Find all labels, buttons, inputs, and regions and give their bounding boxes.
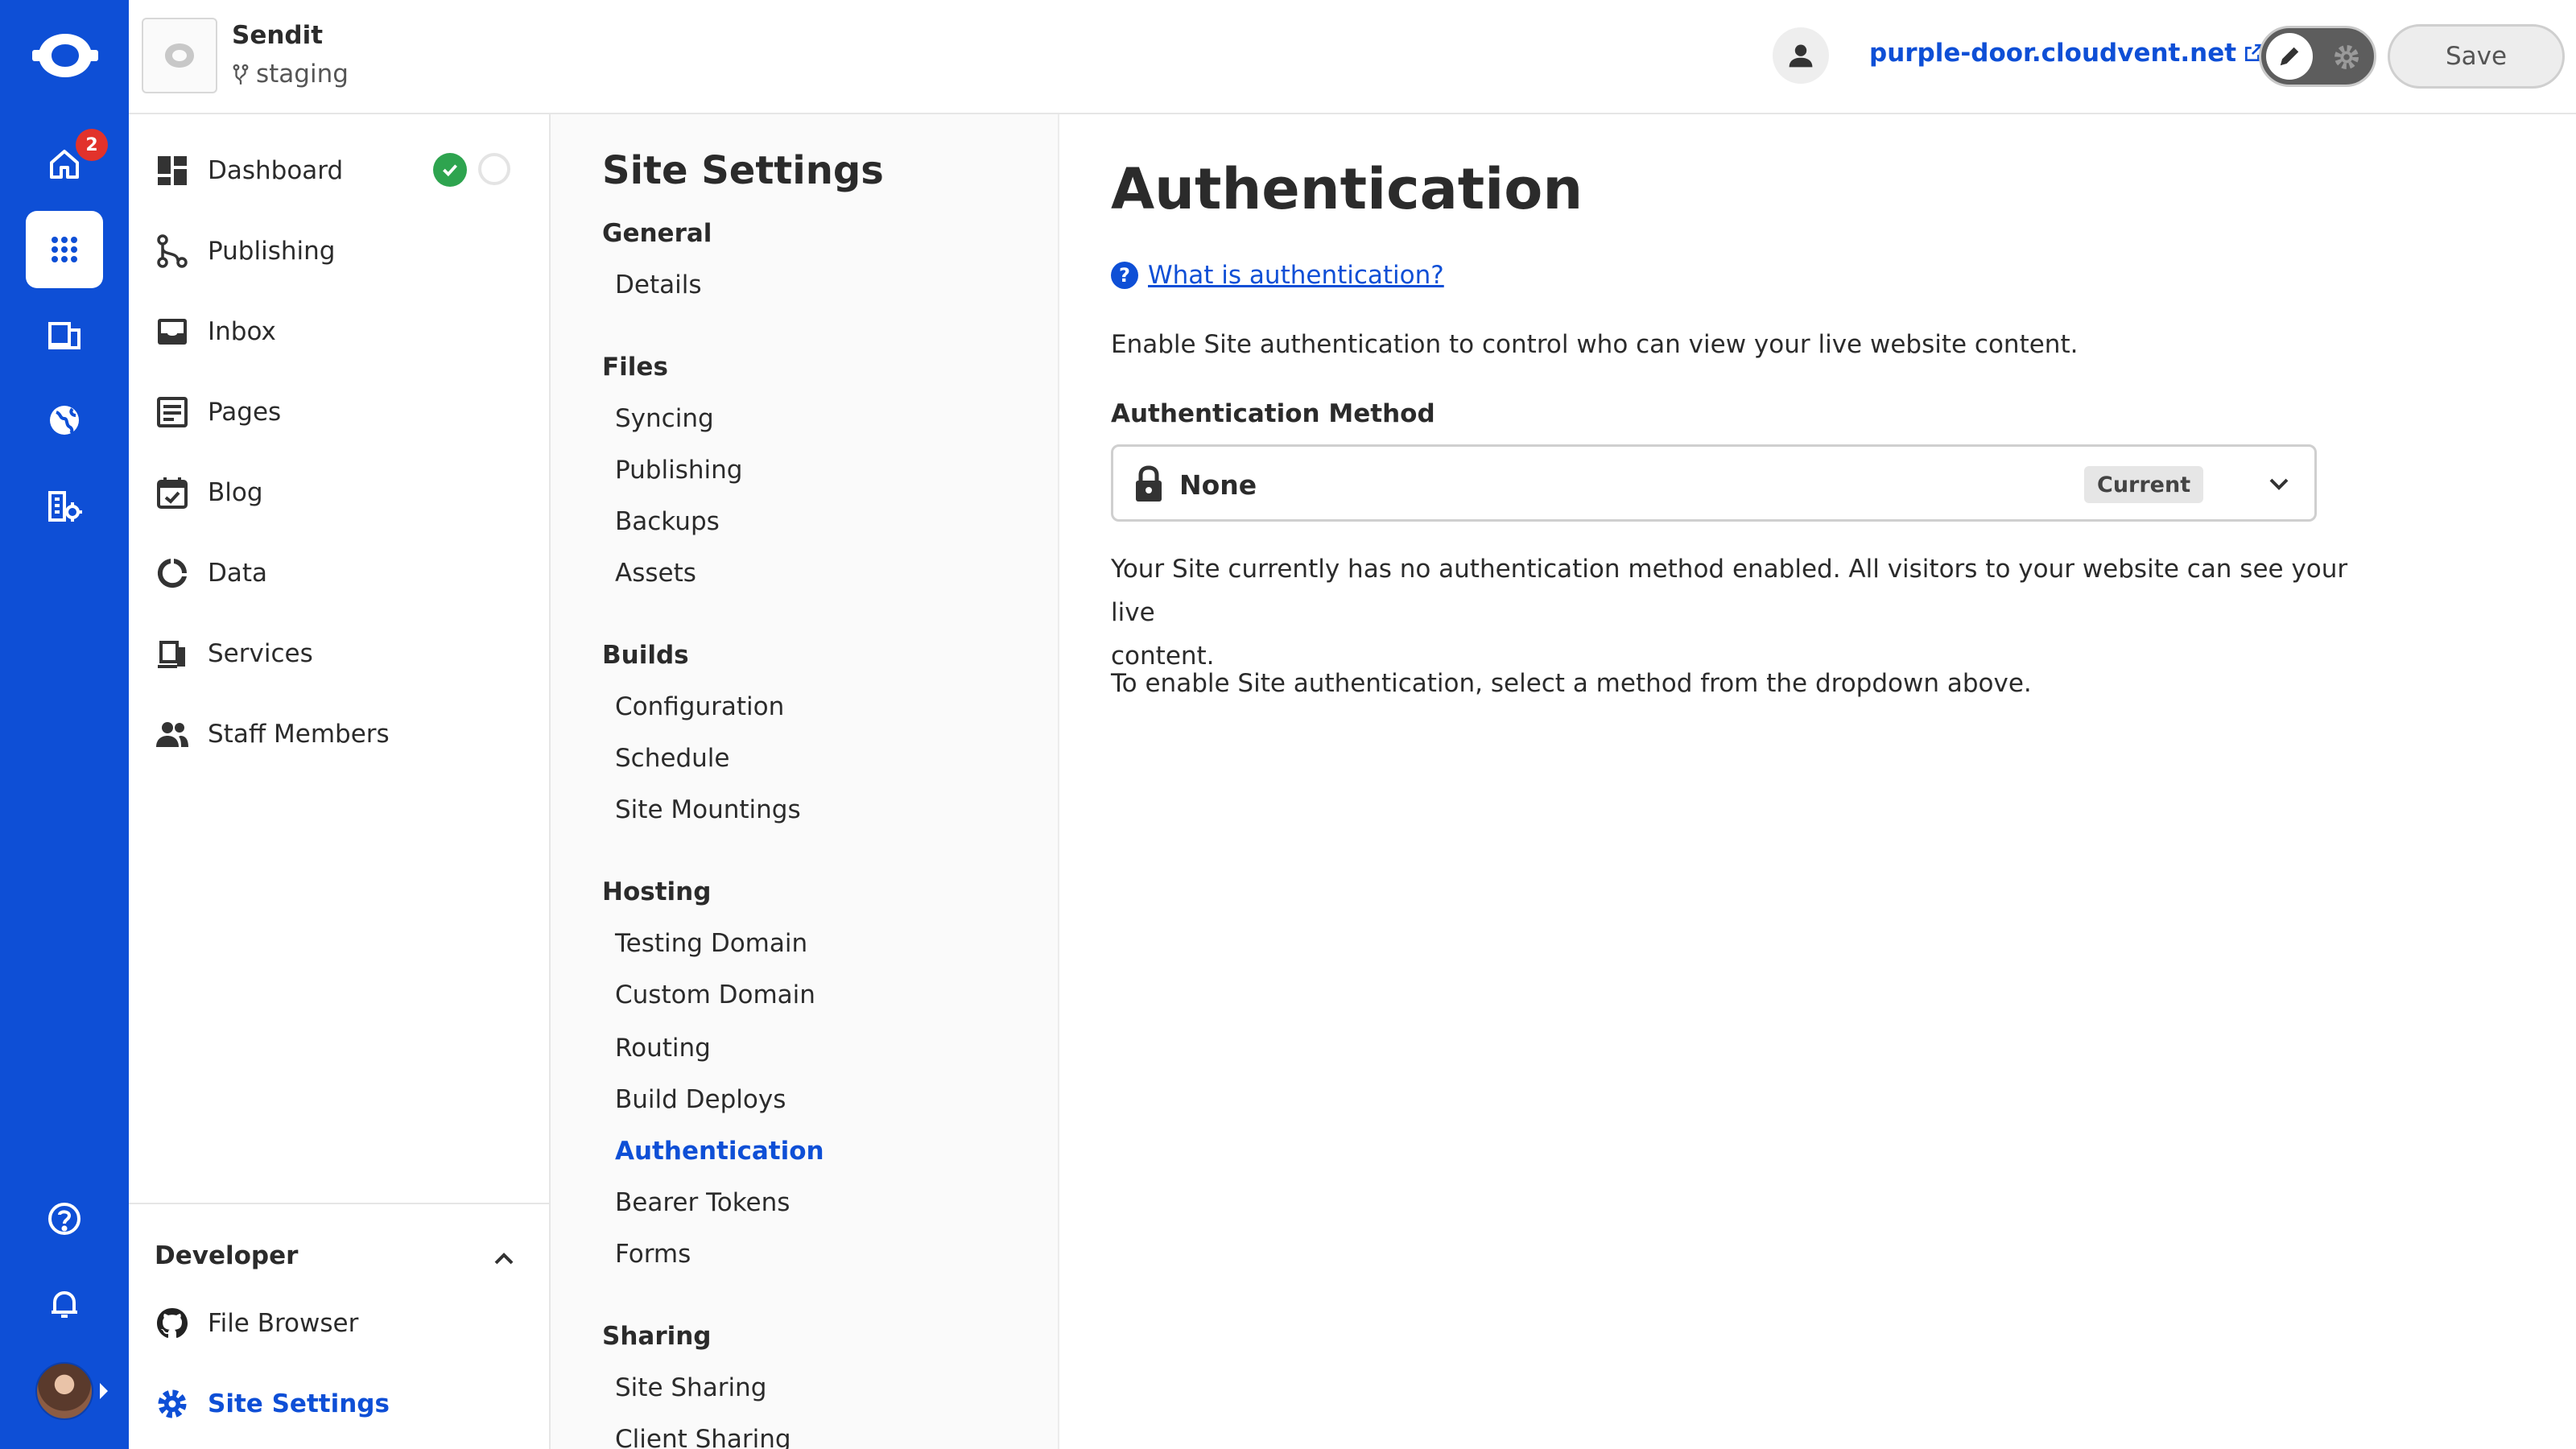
subnav-link-build-deploys[interactable]: Build Deploys (615, 1085, 786, 1114)
site-settings-nav: Site Settings General Details Files Sync… (551, 114, 1059, 1449)
help-link-text: What is authentication? (1148, 261, 1444, 290)
success-check-icon (433, 153, 467, 187)
auth-method-select[interactable]: None Current (1111, 444, 2317, 522)
nav-item-pages[interactable]: Pages (155, 388, 281, 436)
subnav-link-details[interactable]: Details (615, 270, 701, 299)
intro-text: Enable Site authentication to control wh… (1111, 330, 2079, 359)
subnav-link-bearer-tokens[interactable]: Bearer Tokens (615, 1188, 790, 1217)
auth-method-value: None (1179, 469, 1257, 501)
nav-item-publishing[interactable]: Publishing (155, 227, 335, 275)
devices-icon[interactable] (26, 296, 103, 374)
subnav-link-syncing[interactable]: Syncing (615, 404, 714, 433)
subnav-link-assets[interactable]: Assets (615, 559, 696, 588)
subnav-group-builds: Builds (602, 641, 689, 670)
subnav-link-configuration[interactable]: Configuration (615, 692, 784, 721)
notification-count-badge: 2 (76, 129, 108, 161)
pencil-icon (2266, 33, 2313, 80)
gear-icon (158, 1389, 187, 1418)
authentication-panel: Authentication ? What is authentication?… (1059, 114, 2576, 1449)
subnav-link-publishing[interactable]: Publishing (615, 456, 742, 485)
subnav-title: Site Settings (602, 148, 884, 193)
globe-icon[interactable] (26, 382, 103, 459)
subnav-link-routing[interactable]: Routing (615, 1034, 711, 1063)
nav-label: Inbox (208, 317, 276, 346)
avatar[interactable] (35, 1362, 93, 1420)
live-domain-link[interactable]: purple-door.cloudvent.net (1869, 39, 2264, 68)
chevron-down-icon (2269, 478, 2289, 490)
auth-method-label: Authentication Method (1111, 399, 1435, 428)
subnav-link-authentication[interactable]: Authentication (615, 1137, 824, 1166)
nav-label: Publishing (208, 237, 336, 266)
help-icon[interactable] (26, 1180, 103, 1257)
subnav-group-hosting: Hosting (602, 877, 712, 906)
org-settings-icon[interactable] (26, 467, 103, 544)
pending-status-icon (478, 153, 510, 185)
status-description: Your Site currently has no authenticatio… (1111, 547, 2351, 678)
site-name[interactable]: Sendit (232, 21, 323, 50)
nav-label: Dashboard (208, 156, 344, 185)
publishing-icon (157, 234, 188, 268)
lock-icon (1136, 465, 1162, 502)
nav-label: Staff Members (208, 720, 390, 749)
nav-label: Data (208, 559, 268, 588)
pages-icon (157, 397, 188, 427)
subnav-link-backups[interactable]: Backups (615, 507, 720, 536)
user-icon[interactable] (1773, 27, 1829, 84)
status-description-line-1: Your Site currently has no authenticatio… (1111, 555, 2348, 627)
nav-label: Pages (208, 398, 282, 427)
gear-icon (2329, 39, 2364, 75)
edit-mode-toggle[interactable] (2259, 26, 2376, 87)
inbox-icon (158, 319, 187, 345)
apps-grid-icon[interactable] (26, 211, 103, 288)
nav-item-data[interactable]: Data (155, 549, 267, 597)
current-badge: Current (2084, 466, 2204, 503)
nav-item-file-browser[interactable]: File Browser (155, 1299, 358, 1348)
branch-icon (233, 64, 249, 85)
save-button[interactable]: Save (2388, 24, 2565, 89)
staff-icon (156, 722, 188, 747)
branch-label[interactable]: staging (232, 60, 349, 89)
nav-label: Site Settings (208, 1389, 390, 1418)
domain-text: purple-door.cloudvent.net (1869, 39, 2237, 68)
nav-label: Services (208, 639, 313, 668)
bell-icon[interactable] (26, 1265, 103, 1343)
nav-item-dashboard[interactable]: Dashboard (155, 147, 343, 195)
app-rail: 2 (0, 0, 129, 1449)
nav-item-blog[interactable]: Blog (155, 469, 263, 517)
subnav-group-general: General (602, 219, 712, 248)
nav-item-inbox[interactable]: Inbox (155, 308, 276, 356)
chevron-up-icon[interactable] (488, 1243, 520, 1275)
blog-icon (157, 477, 188, 509)
instruction-text: To enable Site authentication, select a … (1111, 669, 2032, 698)
nav-label: Blog (208, 478, 263, 507)
page-title: Authentication (1111, 156, 1583, 222)
main-nav: Dashboard Publishing Inbox Pages Blog Da… (129, 114, 551, 1449)
subnav-link-schedule[interactable]: Schedule (615, 744, 729, 773)
nav-label: File Browser (208, 1309, 359, 1338)
top-bar: Sendit staging purple-door.cloudvent.net… (129, 0, 2576, 114)
subnav-link-testing-domain[interactable]: Testing Domain (615, 929, 807, 958)
cloudcannon-logo-icon[interactable] (32, 31, 98, 80)
subnav-link-site-mountings[interactable]: Site Mountings (615, 795, 801, 824)
services-icon (158, 641, 185, 668)
subnav-link-site-sharing[interactable]: Site Sharing (615, 1373, 766, 1402)
data-icon (157, 559, 188, 588)
help-link[interactable]: ? What is authentication? (1111, 261, 1444, 290)
nav-item-site-settings[interactable]: Site Settings (155, 1380, 390, 1428)
subnav-link-custom-domain[interactable]: Custom Domain (615, 980, 815, 1009)
site-thumbnail[interactable] (142, 18, 217, 93)
branch-name: staging (256, 60, 349, 89)
dashboard-icon (158, 156, 187, 185)
caret-right-icon (100, 1383, 108, 1399)
developer-section: Developer File Browser Site Settings (129, 1203, 549, 1449)
subnav-link-client-sharing[interactable]: Client Sharing (615, 1425, 791, 1449)
developer-heading[interactable]: Developer (155, 1241, 298, 1270)
help-circle-icon: ? (1111, 262, 1138, 289)
github-icon (157, 1308, 188, 1338)
nav-item-services[interactable]: Services (155, 630, 313, 678)
nav-item-staff-members[interactable]: Staff Members (155, 710, 390, 758)
subnav-group-files: Files (602, 353, 668, 382)
subnav-link-forms[interactable]: Forms (615, 1240, 691, 1269)
subnav-group-sharing: Sharing (602, 1322, 712, 1351)
